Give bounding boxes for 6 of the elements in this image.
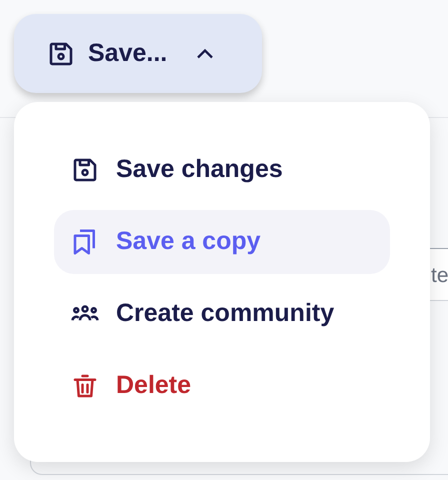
save-button[interactable]: Save...	[14, 14, 262, 93]
menu-item[interactable]: Save a copy	[54, 210, 390, 274]
field-text: te	[431, 263, 448, 290]
menu-item[interactable]: Create community	[54, 282, 390, 346]
menu-item[interactable]: Save changes	[54, 138, 390, 202]
menu-item[interactable]: Delete	[54, 354, 390, 418]
